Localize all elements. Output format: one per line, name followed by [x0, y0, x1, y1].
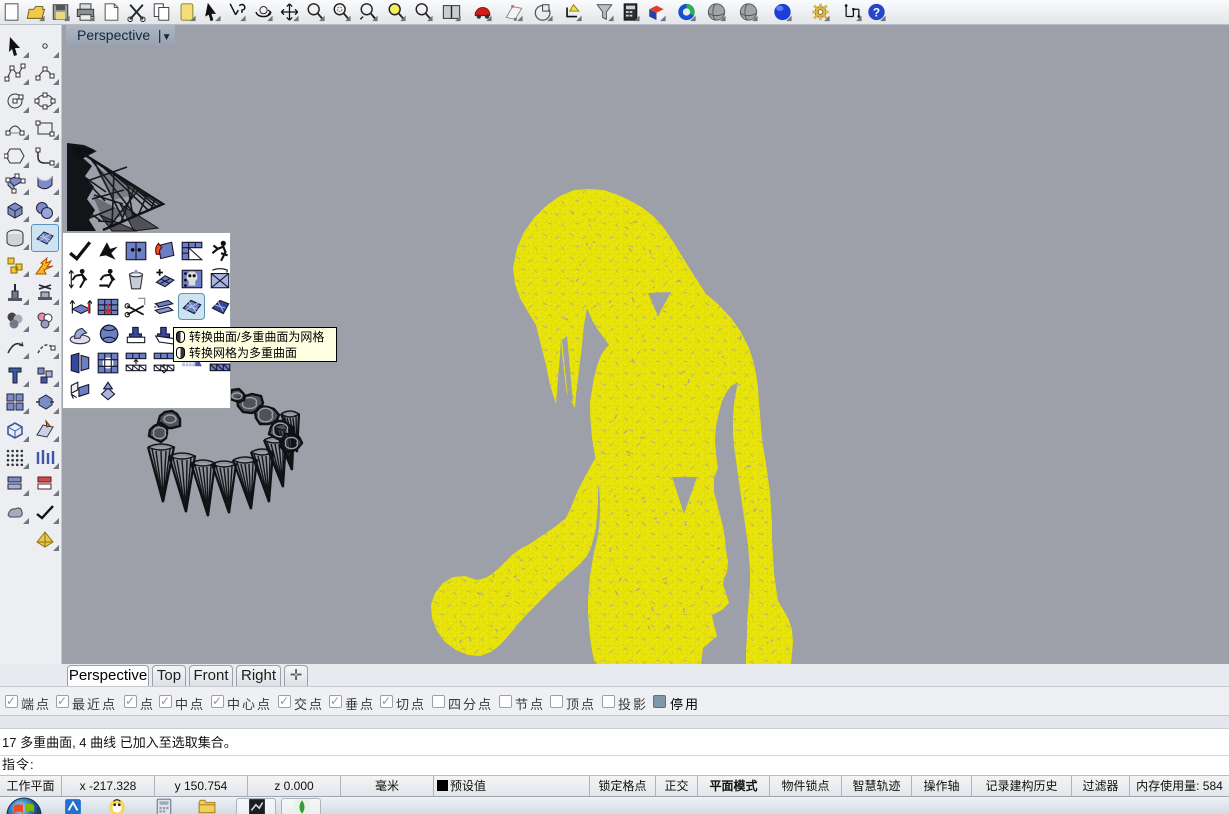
- svg-text:?: ?: [873, 6, 880, 20]
